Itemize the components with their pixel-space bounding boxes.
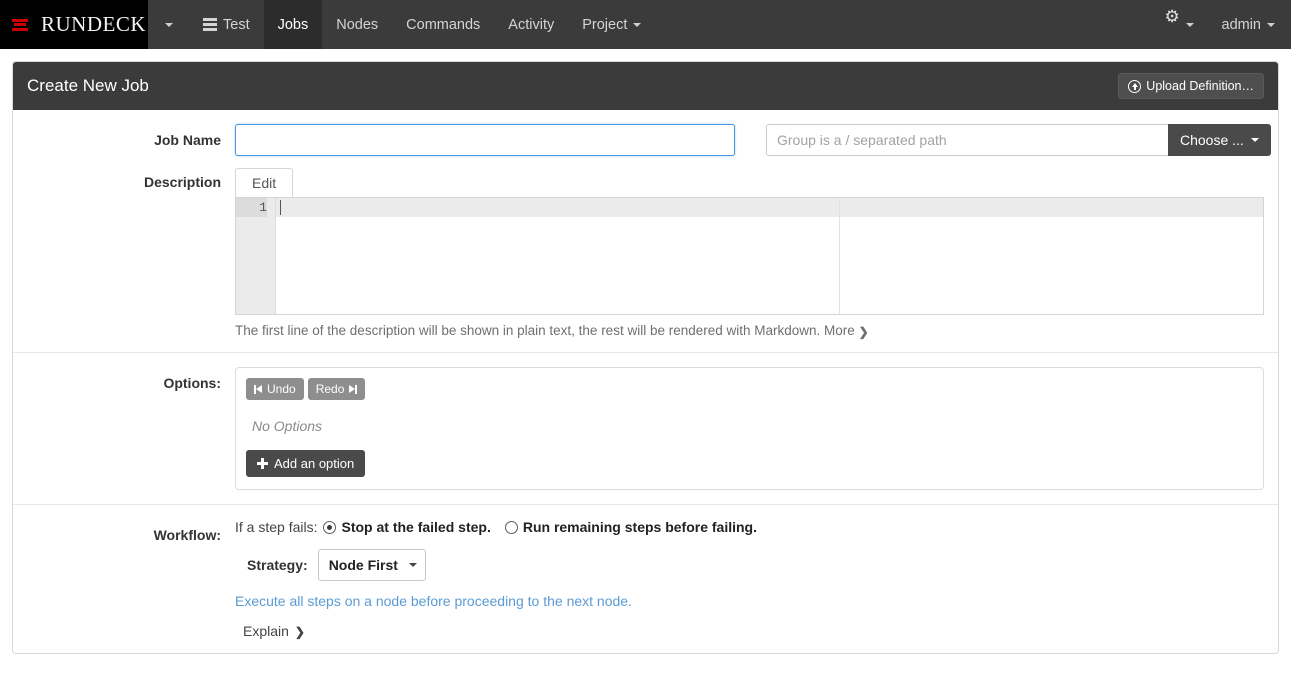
undo-label: Undo <box>267 382 296 396</box>
explain-link[interactable]: Explain ❯ <box>235 623 305 639</box>
group-input[interactable] <box>766 124 1168 156</box>
nav-item-activity[interactable]: Activity <box>494 0 568 49</box>
options-panel: Undo Redo No Options Add an option <box>235 367 1264 490</box>
nav-item-project[interactable]: Project <box>568 0 655 49</box>
page-wrapper: Create New Job Upload Definition… Job Na… <box>0 49 1291 654</box>
radio-label-run-remaining-steps[interactable]: Run remaining steps before failing. <box>523 519 757 535</box>
description-help: The first line of the description will b… <box>235 315 1264 338</box>
chevron-down-icon <box>633 23 641 27</box>
undo-redo-group: Undo Redo <box>246 378 1253 400</box>
choose-group-button[interactable]: Choose ... <box>1168 124 1271 156</box>
choose-group-label: Choose ... <box>1180 132 1244 148</box>
job-name-input[interactable] <box>235 124 735 156</box>
add-option-label: Add an option <box>274 456 354 471</box>
row-description: Description Edit 1 <box>13 168 1278 338</box>
chevron-down-icon <box>1186 23 1194 27</box>
group-field-group: Choose ... <box>766 124 1271 156</box>
nav-label-test: Test <box>223 17 250 33</box>
strategy-row: Strategy: Node FirstStep FirstParallel <box>235 549 1264 581</box>
chevron-down-icon <box>1251 138 1259 142</box>
nav-item-nodes[interactable]: Nodes <box>322 0 392 49</box>
tab-edit[interactable]: Edit <box>235 168 293 197</box>
more-label: More <box>824 323 855 338</box>
server-stack-icon <box>203 18 217 31</box>
nav-item-commands[interactable]: Commands <box>392 0 494 49</box>
nav-label-commands: Commands <box>406 17 480 33</box>
create-job-panel: Create New Job Upload Definition… Job Na… <box>12 61 1279 654</box>
sidebar-item-test[interactable]: Test <box>189 0 264 49</box>
radio-run-remaining-steps[interactable] <box>505 521 518 534</box>
chevron-right-icon: ❯ <box>295 625 305 639</box>
editor-content[interactable] <box>276 198 1263 314</box>
plus-icon <box>257 458 268 469</box>
description-label: Description <box>13 168 235 190</box>
nav-item-jobs[interactable]: Jobs <box>264 0 323 49</box>
panel-header: Create New Job Upload Definition… <box>13 62 1278 110</box>
brand-logo-link[interactable]: RUNDECK <box>0 0 148 49</box>
radio-stop-at-failed-step[interactable] <box>323 521 336 534</box>
workflow-label: Workflow: <box>13 519 235 543</box>
upload-definition-label: Upload Definition… <box>1146 79 1254 93</box>
editor-active-line <box>276 198 1263 217</box>
nav-label-project: Project <box>582 17 627 33</box>
editor-gutter: 1 <box>236 198 276 314</box>
rundeck-logo-icon <box>12 15 32 35</box>
job-name-label: Job Name <box>13 124 235 148</box>
description-editor[interactable]: 1 <box>235 197 1264 315</box>
options-empty-text: No Options <box>246 400 1253 450</box>
radio-label-stop-at-failed-step[interactable]: Stop at the failed step. <box>341 519 490 535</box>
undo-button[interactable]: Undo <box>246 378 304 400</box>
editor-print-margin <box>839 198 840 314</box>
row-job-name: Job Name Choose ... <box>13 124 1278 156</box>
if-step-fails-label: If a step fails: <box>235 519 317 535</box>
user-name-label: admin <box>1222 17 1262 33</box>
step-failure-options: If a step fails: Stop at the failed step… <box>235 519 1264 535</box>
description-help-text: The first line of the description will b… <box>235 323 820 338</box>
strategy-label: Strategy: <box>247 557 308 573</box>
row-workflow: Workflow: If a step fails: Stop at the f… <box>13 519 1278 639</box>
step-backward-icon <box>254 385 262 394</box>
editor-cursor <box>280 200 281 215</box>
description-tabs: Edit <box>235 168 1264 197</box>
page-title: Create New Job <box>27 76 149 96</box>
gear-icon <box>1166 18 1180 32</box>
section-options: Options: Undo Redo <box>13 352 1278 504</box>
section-workflow: Workflow: If a step fails: Stop at the f… <box>13 504 1278 653</box>
step-forward-icon <box>349 385 357 394</box>
nav-label-nodes: Nodes <box>336 17 378 33</box>
strategy-description: Execute all steps on a node before proce… <box>235 593 1264 609</box>
add-option-button[interactable]: Add an option <box>246 450 365 477</box>
chevron-right-icon: ❯ <box>859 325 869 339</box>
redo-button[interactable]: Redo <box>308 378 366 400</box>
top-navbar: RUNDECK Test Jobs Nodes Commands Activit… <box>0 0 1291 49</box>
settings-menu[interactable] <box>1152 0 1208 49</box>
redo-label: Redo <box>316 382 345 396</box>
options-label: Options: <box>13 367 235 391</box>
row-options: Options: Undo Redo <box>13 367 1278 490</box>
project-switch-dropdown[interactable] <box>148 0 189 49</box>
brand-name: RUNDECK <box>41 12 146 37</box>
chevron-down-icon <box>1267 23 1275 27</box>
user-menu[interactable]: admin <box>1208 0 1291 49</box>
upload-circle-icon <box>1128 80 1141 93</box>
explain-label: Explain <box>243 623 289 639</box>
description-more-link[interactable]: More ❯ <box>824 323 869 338</box>
upload-definition-button[interactable]: Upload Definition… <box>1118 73 1264 99</box>
section-name-description: Job Name Choose ... <box>13 110 1278 352</box>
navbar-right: admin <box>1152 0 1291 49</box>
chevron-down-icon <box>165 23 173 27</box>
nav-label-jobs: Jobs <box>278 17 309 33</box>
editor-line-number: 1 <box>236 198 267 217</box>
strategy-select[interactable]: Node FirstStep FirstParallel <box>318 549 426 581</box>
nav-label-activity: Activity <box>508 17 554 33</box>
